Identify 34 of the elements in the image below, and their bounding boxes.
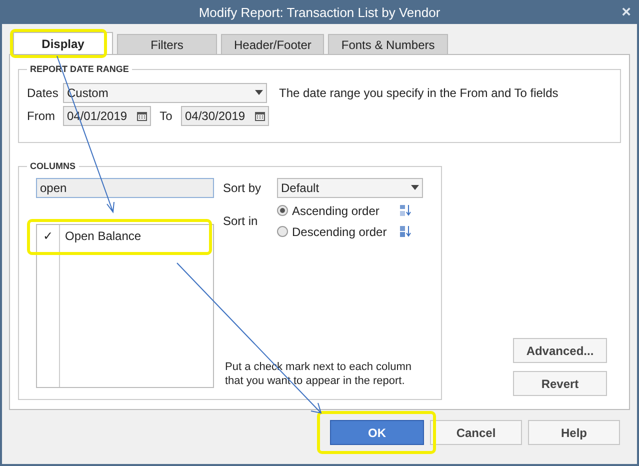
sort-descending-icon[interactable] [400, 226, 412, 237]
dates-label: Dates [27, 84, 59, 102]
column-list-item[interactable]: ✓ Open Balance [37, 224, 213, 246]
caret-icon [255, 90, 263, 95]
to-date-field[interactable]: 04/30/2019 [181, 106, 269, 126]
tab[interactable]: Fonts & Numbers [328, 34, 448, 54]
dialog-button[interactable]: Cancel [430, 420, 522, 445]
sort-by-dropdown[interactable]: Default [277, 178, 423, 198]
radio-button[interactable] [277, 205, 288, 216]
sort-order-label: Ascending order [292, 202, 380, 220]
from-label: From [27, 108, 56, 124]
tab[interactable]: Display [13, 32, 113, 54]
column-search-field[interactable]: open [36, 178, 214, 198]
calendar-icon[interactable] [255, 110, 265, 120]
tab[interactable]: Header/Footer [221, 34, 324, 54]
radio-button[interactable] [277, 226, 288, 237]
sort-ascending-icon[interactable] [400, 205, 412, 216]
caret-icon [411, 185, 419, 190]
tab[interactable]: Filters [117, 34, 217, 54]
sort-order-label: Descending order [292, 224, 388, 240]
dialog-button[interactable]: Help [528, 420, 620, 445]
window-title: Modify Report: Transaction List by Vendor [198, 4, 440, 22]
group-title: COLUMNS [29, 160, 76, 173]
sort-in-label: Sort in [223, 212, 259, 230]
dialog-button[interactable]: OK [330, 420, 424, 445]
column-name: Open Balance [64, 228, 142, 244]
side-button[interactable]: Advanced... [513, 338, 607, 363]
calendar-icon[interactable] [137, 110, 147, 120]
side-button[interactable]: Revert [513, 371, 607, 396]
sort-by-label: Sort by [223, 180, 262, 196]
close-button[interactable]: × [622, 3, 631, 23]
date-range-hint: The date range you specify in the From and To fields [279, 84, 558, 102]
to-label: To [158, 108, 174, 124]
check-mark[interactable]: ✓ [37, 226, 59, 244]
